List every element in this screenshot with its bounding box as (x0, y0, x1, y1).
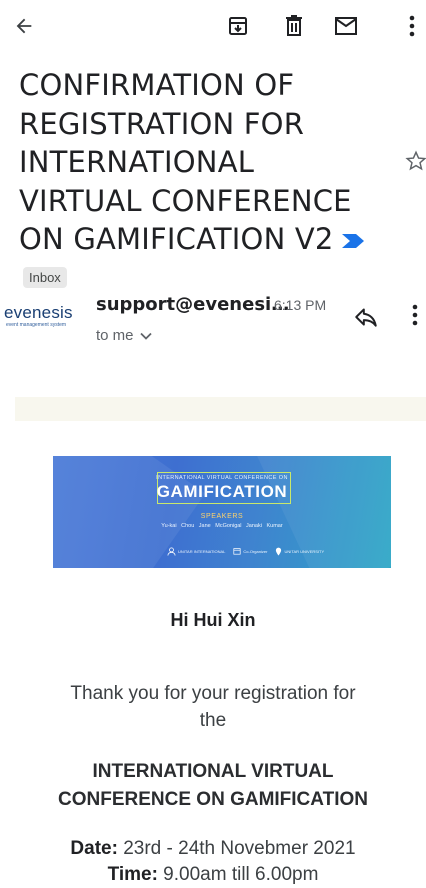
sender-avatar[interactable]: evenesis event management system (4, 303, 80, 329)
reply-button[interactable] (353, 304, 379, 335)
top-app-bar (0, 0, 426, 52)
inbox-label-chip[interactable]: Inbox (23, 266, 67, 288)
date-label: Date: (70, 838, 118, 859)
banner-speakers: Yu-kai Chou Jane McGonigal Janaki Kumar (161, 523, 283, 529)
delete-button[interactable] (274, 6, 314, 46)
recipient-text: to me (96, 327, 134, 344)
star-button[interactable] (405, 150, 426, 177)
sent-time: 6:13 PM (274, 297, 327, 313)
subject-text: CONFIRMATION OF REGISTRATION FOR INTERNA… (19, 68, 352, 256)
mark-unread-button[interactable] (326, 6, 366, 46)
banner-logo-1: UNITAR INTERNATIONAL (167, 546, 225, 556)
banner-speakers-heading: SPEAKERS (200, 513, 244, 520)
conference-banner-image[interactable]: INTERNATIONAL VIRTUAL CONFERENCE ON GAMI… (53, 456, 391, 568)
back-button[interactable] (4, 6, 44, 46)
greeting: Hi Hui Xin (170, 610, 256, 630)
event-name: INTERNATIONAL VIRTUAL CONFERENCE ON GAMI… (58, 761, 368, 810)
banner-logos: UNITAR INTERNATIONAL Co-Organizer UNITAR… (167, 546, 324, 556)
reply-icon (355, 308, 377, 327)
calendar-icon (233, 548, 241, 555)
recipient-toggle[interactable]: to me (96, 327, 152, 344)
location-pin-icon (276, 547, 282, 555)
archive-button[interactable] (218, 6, 258, 46)
banner-title: GAMIFICATION (156, 482, 288, 501)
time-value: 9.00am till 6.00pm (157, 864, 319, 885)
archive-icon (229, 17, 247, 35)
event-date: Date: 23rd - 24th Novebmer 2021 (0, 838, 426, 860)
person-icon (167, 546, 176, 556)
trash-icon (286, 15, 302, 36)
more-options-button[interactable] (398, 6, 426, 46)
banner-top-line: INTERNATIONAL VIRTUAL CONFERENCE ON (156, 475, 288, 481)
chevron-down-icon (139, 332, 152, 340)
thanks-message: Thank you for your registration for the (70, 683, 356, 731)
more-vertical-icon (409, 15, 415, 37)
banner-logo-2: Co-Organizer (233, 547, 267, 555)
message-more-button[interactable] (412, 304, 418, 331)
email-header-band (15, 397, 426, 421)
more-vertical-icon (412, 304, 418, 326)
importance-marker-icon[interactable] (340, 220, 366, 259)
arrow-left-icon (16, 18, 32, 34)
sender-logo-tagline: event management system (6, 322, 67, 328)
time-label: Time: (107, 864, 158, 885)
event-time: Time: 9.00am till 6.00pm (0, 864, 426, 886)
envelope-icon (335, 17, 357, 35)
banner-logo-3: UNITAR UNIVERSITY (275, 547, 324, 556)
date-value: 23rd - 24th Novebmer 2021 (117, 838, 356, 859)
sender-address[interactable]: support@evenesi… (96, 294, 289, 315)
sender-logo-brand: evenesis (4, 303, 73, 322)
email-subject: CONFIRMATION OF REGISTRATION FOR INTERNA… (19, 66, 384, 297)
star-icon (405, 150, 426, 171)
